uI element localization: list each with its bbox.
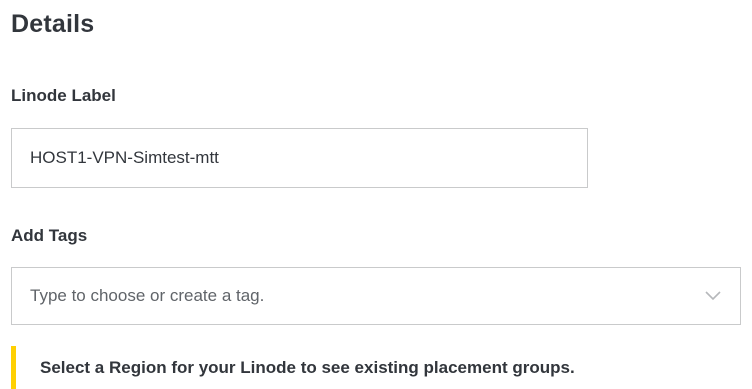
section-title: Details (11, 10, 95, 38)
chevron-down-icon[interactable] (686, 268, 740, 324)
notice-accent-bar (11, 346, 16, 389)
add-tags-input[interactable] (12, 268, 686, 324)
linode-label-input[interactable] (11, 128, 588, 188)
add-tags-label: Add Tags (11, 226, 88, 245)
notice-text: Select a Region for your Linode to see e… (40, 357, 575, 377)
placement-group-notice: Select a Region for your Linode to see e… (11, 346, 752, 389)
linode-label-label: Linode Label (11, 86, 116, 105)
add-tags-select[interactable] (11, 267, 741, 325)
